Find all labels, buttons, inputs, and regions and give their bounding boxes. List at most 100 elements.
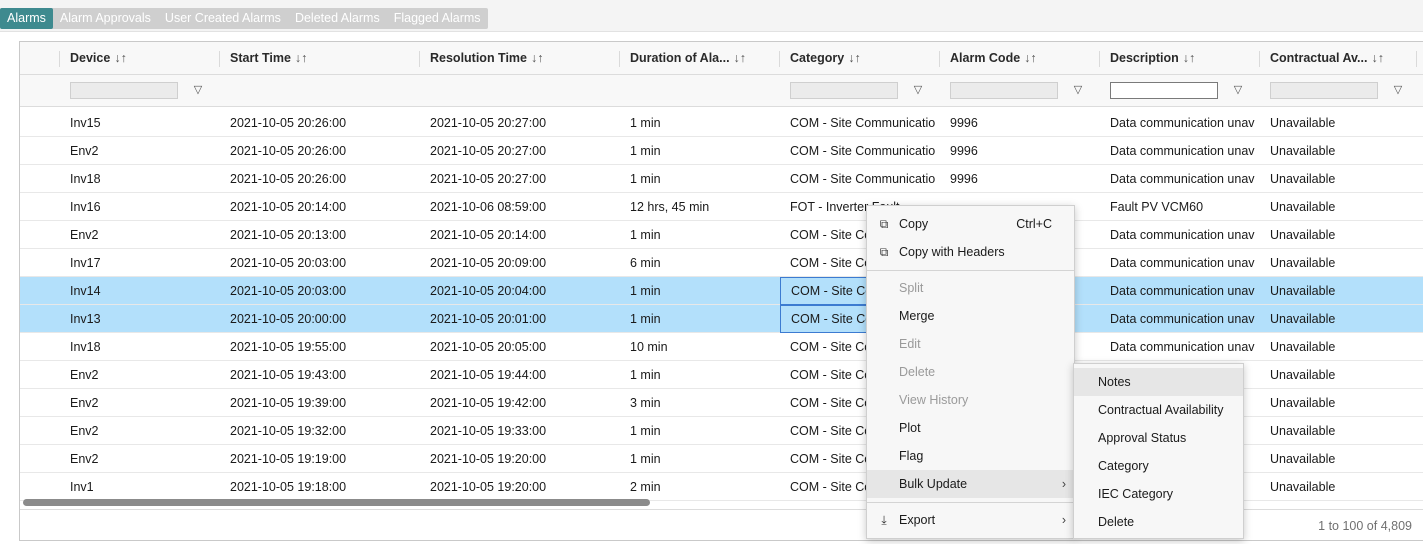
table-cell[interactable]: Inv18 <box>60 333 220 361</box>
column-header[interactable]: Duration of Ala... ↓↑ <box>620 42 780 75</box>
menu-item-flag[interactable]: Flag <box>867 442 1074 470</box>
table-cell[interactable]: Inv17 <box>60 249 220 277</box>
table-cell[interactable]: 2021-10-06 08:59:00 <box>420 193 620 221</box>
filter-icon[interactable]: ▽ <box>191 83 205 97</box>
table-cell[interactable]: 2021-10-05 19:43:00 <box>220 361 420 389</box>
table-cell[interactable]: Inv15 <box>60 109 220 137</box>
table-cell[interactable]: 2021-10-05 19:39:00 <box>220 389 420 417</box>
submenu-item-approval-status[interactable]: Approval Status <box>1074 424 1243 452</box>
table-cell[interactable]: 9996 <box>940 137 1100 165</box>
table-cell[interactable]: Env2 <box>60 417 220 445</box>
table-cell[interactable]: 2021-10-05 19:18:00 <box>220 473 420 501</box>
filter-icon[interactable]: ▽ <box>1231 83 1245 97</box>
table-cell[interactable]: Inv1 <box>60 473 220 501</box>
table-cell[interactable]: 2021-10-05 19:20:00 <box>420 473 620 501</box>
column-header[interactable]: Device ↓↑ <box>60 42 220 75</box>
table-cell[interactable]: Unavailable <box>1260 333 1423 361</box>
table-cell[interactable]: Unavailable <box>1260 445 1423 473</box>
tab-deleted-alarms[interactable]: Deleted Alarms <box>288 8 387 29</box>
table-row[interactable]: Inv17 2021-10-05 20:03:00 2021-10-05 20:09… <box>20 249 1423 277</box>
table-cell[interactable]: Unavailable <box>1260 221 1423 249</box>
table-cell[interactable]: 2021-10-05 20:03:00 <box>220 249 420 277</box>
table-cell[interactable]: Unavailable <box>1260 389 1423 417</box>
column-filter-input[interactable] <box>70 82 178 99</box>
menu-item-bulk-update[interactable]: Bulk Update › <box>867 470 1074 498</box>
table-cell[interactable]: 2021-10-05 19:42:00 <box>420 389 620 417</box>
table-cell[interactable]: Unavailable <box>1260 249 1423 277</box>
menu-item-merge[interactable]: Merge <box>867 302 1074 330</box>
sort-icon[interactable]: ↓↑ <box>531 51 544 65</box>
table-row[interactable]: Inv16 2021-10-05 20:14:00 2021-10-06 08:59… <box>20 193 1423 221</box>
column-filter-input[interactable] <box>1270 82 1378 99</box>
table-cell[interactable]: 2021-10-05 20:27:00 <box>420 165 620 193</box>
table-cell[interactable]: 2021-10-05 20:01:00 <box>420 305 620 333</box>
menu-item-copy-with-headers[interactable]: ⧉ Copy with Headers <box>867 238 1074 266</box>
column-header[interactable]: Contractual Av... ↓↑ <box>1260 42 1423 75</box>
sort-icon[interactable]: ↓↑ <box>1024 51 1037 65</box>
table-cell[interactable]: 1 min <box>620 221 780 249</box>
table-row[interactable]: Env2 2021-10-05 20:13:00 2021-10-05 20:14:… <box>20 221 1423 249</box>
column-separator[interactable] <box>1416 51 1417 67</box>
column-header[interactable]: Description ↓↑ <box>1100 42 1260 75</box>
table-cell[interactable]: 1 min <box>620 165 780 193</box>
table-cell[interactable]: Env2 <box>60 445 220 473</box>
table-row[interactable]: Inv15 2021-10-05 20:26:00 2021-10-05 20:27… <box>20 109 1423 137</box>
menu-item-export[interactable]: ⤓ Export › <box>867 506 1074 534</box>
table-cell[interactable]: 2021-10-05 19:33:00 <box>420 417 620 445</box>
table-cell[interactable]: 2021-10-05 20:26:00 <box>220 165 420 193</box>
table-row[interactable]: Inv18 2021-10-05 19:55:00 2021-10-05 20:05… <box>20 333 1423 361</box>
table-cell[interactable]: Data communication unav <box>1100 137 1260 165</box>
sort-icon[interactable]: ↓↑ <box>1183 51 1196 65</box>
column-header[interactable]: Alarm Code ↓↑ <box>940 42 1100 75</box>
table-cell[interactable]: Unavailable <box>1260 417 1423 445</box>
sort-icon[interactable]: ↓↑ <box>848 51 861 65</box>
table-cell[interactable]: COM - Site Communicatio <box>780 137 940 165</box>
table-cell[interactable]: COM - Site Co <box>780 277 880 305</box>
table-cell[interactable]: 2021-10-05 19:19:00 <box>220 445 420 473</box>
sort-icon[interactable]: ↓↑ <box>114 51 127 65</box>
menu-item-plot[interactable]: Plot <box>867 414 1074 442</box>
table-cell[interactable]: Unavailable <box>1260 305 1423 333</box>
table-cell[interactable]: 12 hrs, 45 min <box>620 193 780 221</box>
table-cell[interactable]: Unavailable <box>1260 109 1423 137</box>
table-cell[interactable]: 2021-10-05 19:20:00 <box>420 445 620 473</box>
column-header[interactable]: Start Time ↓↑ <box>220 42 420 75</box>
table-row[interactable]: Inv13 2021-10-05 20:00:00 2021-10-05 20:01… <box>20 305 1423 333</box>
table-cell[interactable]: Env2 <box>60 137 220 165</box>
table-cell[interactable]: Inv18 <box>60 165 220 193</box>
tab-alarms[interactable]: Alarms <box>0 8 53 29</box>
menu-item-copy[interactable]: ⧉ Copy Ctrl+C <box>867 210 1074 238</box>
horizontal-scrollbar[interactable] <box>23 499 650 506</box>
table-cell[interactable]: 2021-10-05 20:03:00 <box>220 277 420 305</box>
table-cell[interactable]: 1 min <box>620 417 780 445</box>
table-cell[interactable]: 1 min <box>620 109 780 137</box>
table-cell[interactable]: Unavailable <box>1260 473 1423 501</box>
filter-icon[interactable]: ▽ <box>1071 83 1085 97</box>
table-cell[interactable]: Inv16 <box>60 193 220 221</box>
table-cell[interactable]: 2021-10-05 20:13:00 <box>220 221 420 249</box>
submenu-item-notes[interactable]: Notes <box>1074 368 1243 396</box>
submenu-item-category[interactable]: Category <box>1074 452 1243 480</box>
table-cell[interactable]: Inv14 <box>60 277 220 305</box>
table-cell[interactable]: 1 min <box>620 137 780 165</box>
table-cell[interactable]: Inv13 <box>60 305 220 333</box>
column-filter-input[interactable] <box>950 82 1058 99</box>
sort-icon[interactable]: ↓↑ <box>734 51 747 65</box>
table-cell[interactable]: Env2 <box>60 389 220 417</box>
table-cell[interactable]: 3 min <box>620 389 780 417</box>
column-filter-input[interactable] <box>790 82 898 99</box>
sort-icon[interactable]: ↓↑ <box>1371 51 1384 65</box>
table-cell[interactable]: 2021-10-05 20:26:00 <box>220 137 420 165</box>
tab-user-created-alarms[interactable]: User Created Alarms <box>158 8 288 29</box>
table-cell[interactable]: COM - Site Communicatio <box>780 165 940 193</box>
table-cell[interactable]: 1 min <box>620 361 780 389</box>
table-cell[interactable]: Data communication unav <box>1100 165 1260 193</box>
table-cell[interactable]: Data communication unav <box>1100 277 1260 305</box>
table-cell[interactable]: 2021-10-05 20:09:00 <box>420 249 620 277</box>
table-cell[interactable]: 2021-10-05 20:26:00 <box>220 109 420 137</box>
filter-icon[interactable]: ▽ <box>1391 83 1405 97</box>
table-cell[interactable]: Unavailable <box>1260 137 1423 165</box>
table-cell[interactable]: 1 min <box>620 277 780 305</box>
table-cell[interactable]: Unavailable <box>1260 193 1423 221</box>
table-cell[interactable]: Fault PV VCM60 <box>1100 193 1260 221</box>
